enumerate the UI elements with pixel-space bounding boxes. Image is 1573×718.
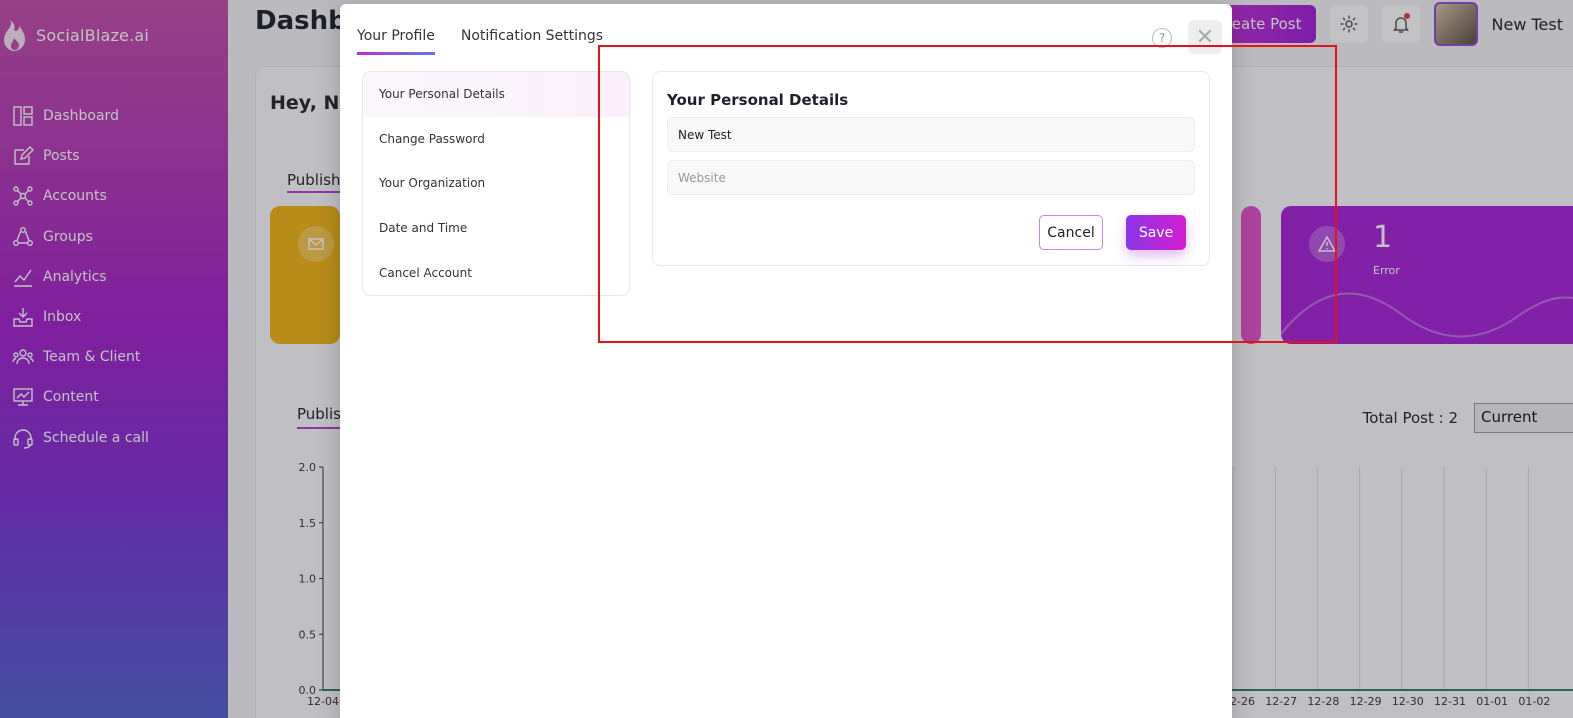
profile-menu: Your Personal Details Change Password Yo… bbox=[362, 71, 630, 296]
tab-notification-settings[interactable]: Notification Settings bbox=[461, 28, 603, 55]
menu-item-date-time[interactable]: Date and Time bbox=[363, 206, 629, 251]
modal-tabs: Your Profile Notification Settings bbox=[357, 28, 603, 55]
app-window: SocialBlaze.ai Dashboard Posts Accounts … bbox=[0, 0, 1573, 718]
menu-item-cancel-account[interactable]: Cancel Account bbox=[363, 250, 629, 295]
menu-item-personal-details[interactable]: Your Personal Details bbox=[363, 72, 629, 117]
menu-item-change-password[interactable]: Change Password bbox=[363, 117, 629, 162]
highlight-box bbox=[598, 45, 1337, 343]
menu-item-organization[interactable]: Your Organization bbox=[363, 161, 629, 206]
tab-your-profile[interactable]: Your Profile bbox=[357, 28, 435, 55]
